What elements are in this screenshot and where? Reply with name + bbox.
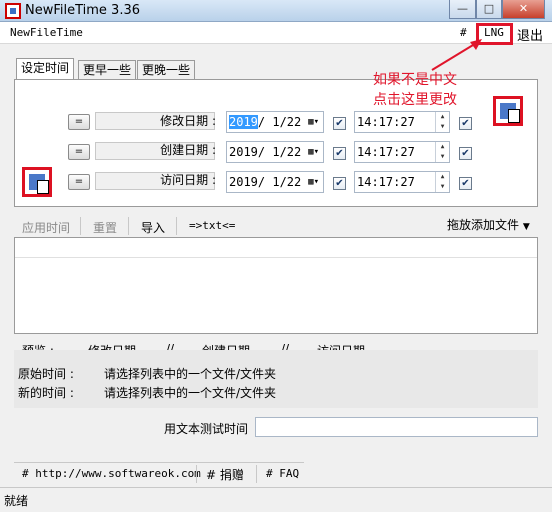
file-time-icon-left[interactable]	[22, 167, 52, 197]
import-button[interactable]: 导入	[141, 219, 165, 235]
created-date-label: 创建日期 :	[160, 143, 216, 157]
equal-button-accessed[interactable]: =	[68, 174, 90, 190]
toolbar-separator	[176, 217, 177, 235]
toolbar-separator	[128, 217, 129, 235]
time-spinner[interactable]: ▲ ▼	[435, 112, 449, 132]
window-title: NewFileTime 3.36	[25, 3, 141, 18]
minimize-button[interactable]: —	[449, 0, 476, 19]
exit-menu[interactable]: 退出	[517, 25, 543, 44]
modified-date-field[interactable]: 2019/ 1/22 ▦▾	[226, 111, 324, 133]
status-text: 就绪	[4, 494, 29, 508]
calendar-dropdown-icon: ▦▾	[308, 117, 319, 127]
apply-time-button[interactable]: 应用时间	[22, 219, 70, 235]
accessed-date-field[interactable]: 2019/ 1/22 ▦▾	[226, 171, 324, 193]
txt-export-button[interactable]: =>txt<=	[189, 219, 235, 235]
accessed-date-checkbox[interactable]: ✔	[333, 177, 346, 190]
maximize-button[interactable]: □	[476, 0, 502, 19]
tab-earlier[interactable]: 更早一些	[78, 60, 137, 79]
annotation-text: 如果不是中文 点击这里更改	[373, 72, 457, 108]
text-test-input[interactable]	[255, 417, 538, 437]
new-time-value: 请选择列表中的一个文件/文件夹	[104, 386, 277, 400]
modified-time-field[interactable]: 14:17:27 ▲ ▼	[354, 111, 450, 133]
reset-button[interactable]: 重置	[93, 219, 117, 235]
file-time-icon[interactable]	[493, 96, 523, 126]
created-date-checkbox[interactable]: ✔	[333, 147, 346, 160]
app-icon	[5, 3, 21, 19]
calendar-dropdown-icon: ▦▾	[308, 177, 319, 187]
file-list-header	[15, 238, 537, 258]
created-date-field[interactable]: 2019/ 1/22 ▦▾	[226, 141, 324, 163]
equal-button-modified[interactable]: =	[68, 114, 90, 130]
created-time-field[interactable]: 14:17:27 ▲ ▼	[354, 141, 450, 163]
created-time-checkbox[interactable]: ✔	[459, 147, 472, 160]
faq-link[interactable]: # FAQ	[266, 467, 299, 480]
title-bar: NewFileTime 3.36 — □ ✕	[0, 0, 552, 22]
accessed-date-label: 访问日期 :	[160, 173, 216, 187]
file-list[interactable]	[14, 237, 538, 334]
time-spinner[interactable]: ▲ ▼	[435, 172, 449, 192]
new-time-label: 新的时间 :	[18, 386, 74, 400]
app-name-label: NewFileTime	[10, 26, 83, 39]
calendar-dropdown-icon: ▦▾	[308, 147, 319, 157]
donate-link[interactable]: # 捐赠	[206, 466, 244, 483]
bottom-separator	[196, 465, 197, 483]
toolbar-separator	[80, 217, 81, 235]
website-link[interactable]: # http://www.softwareok.com	[22, 467, 201, 480]
status-bar: 就绪	[0, 487, 552, 512]
modified-date-checkbox[interactable]: ✔	[333, 117, 346, 130]
bottom-separator	[256, 465, 257, 483]
equal-button-created[interactable]: =	[68, 144, 90, 160]
close-button[interactable]: ✕	[502, 0, 545, 19]
time-spinner[interactable]: ▲ ▼	[435, 142, 449, 162]
drag-add-files-button[interactable]: 拖放添加文件 ▼	[447, 216, 530, 232]
modified-time-checkbox[interactable]: ✔	[459, 117, 472, 130]
original-time-label: 原始时间 :	[18, 367, 74, 381]
modified-date-label: 修改日期 :	[160, 114, 216, 128]
accessed-time-field[interactable]: 14:17:27 ▲ ▼	[354, 171, 450, 193]
tab-set-time[interactable]: 设定时间	[16, 58, 75, 80]
chevron-down-icon: ▼	[522, 222, 530, 232]
original-time-value: 请选择列表中的一个文件/文件夹	[104, 367, 277, 381]
annotation-arrow	[431, 39, 482, 71]
text-test-label: 用文本测试时间	[164, 422, 249, 436]
accessed-time-checkbox[interactable]: ✔	[459, 177, 472, 190]
tab-later[interactable]: 更晚一些	[137, 60, 196, 79]
